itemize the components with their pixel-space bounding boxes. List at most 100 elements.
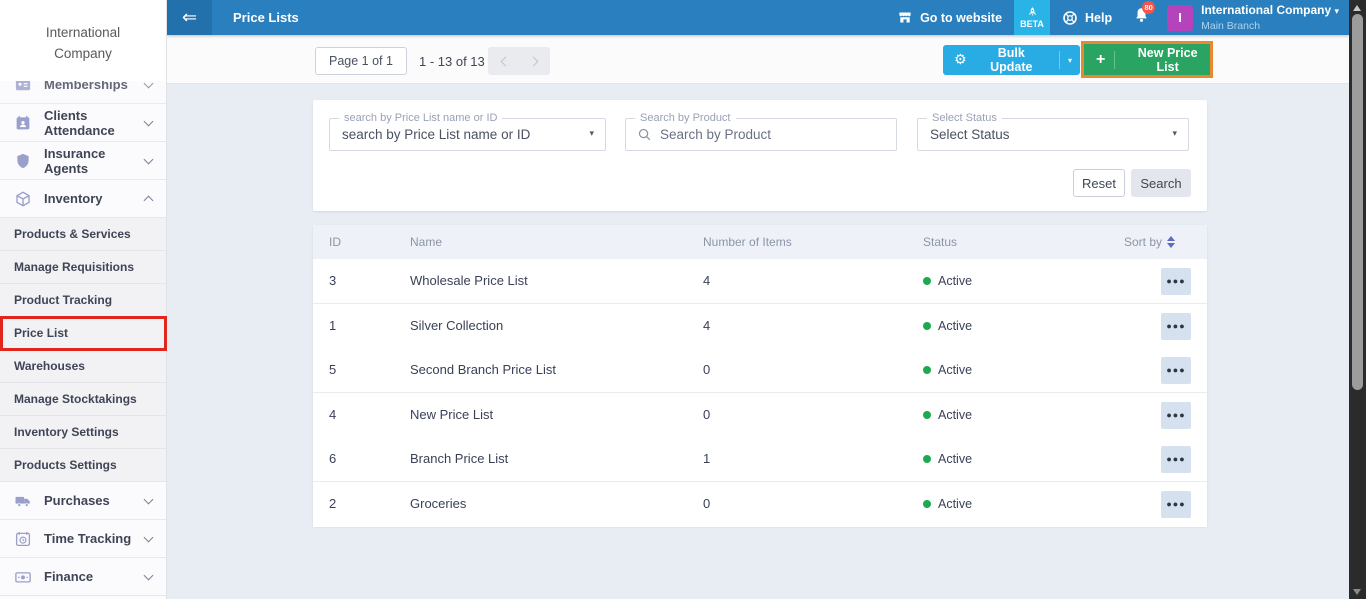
active-dot-icon [923, 277, 931, 285]
back-button[interactable]: ⇐ [167, 0, 212, 35]
sidebar-subitem-products-settings[interactable]: Products Settings [0, 449, 166, 482]
beta-label: BETA [1020, 19, 1044, 29]
sidebar-item-purchases[interactable]: Purchases [0, 482, 166, 520]
account-menu[interactable]: I International Company ▾ Main Branch [1167, 4, 1339, 32]
sidebar-subitem-products-services[interactable]: Products & Services [0, 218, 166, 251]
page-title: Price Lists [233, 10, 299, 25]
vertical-scrollbar[interactable] [1349, 0, 1366, 599]
sidebar-subitem-manage-requisitions[interactable]: Manage Requisitions [0, 251, 166, 284]
bulk-update-label: Bulk Update [990, 46, 1033, 74]
cell-items: 0 [703, 496, 711, 511]
scroll-down-arrow-icon[interactable] [1353, 589, 1361, 595]
row-actions-button[interactable]: ●●● [1161, 402, 1191, 429]
filter-panel: search by Price List name or ID search b… [313, 100, 1207, 211]
logo-line1: International [45, 25, 121, 40]
search-button[interactable]: Search [1131, 169, 1191, 197]
cell-id: 4 [329, 407, 337, 422]
reset-button[interactable]: Reset [1073, 169, 1125, 197]
column-header-name: Name [410, 235, 443, 249]
help-link[interactable]: Help [1062, 10, 1112, 26]
table-header: ID Name Number of Items Status Sort by [313, 225, 1207, 259]
cell-name: Second Branch Price List [410, 362, 556, 377]
shield-icon [17, 153, 29, 168]
product-search-field[interactable]: Search by Product Search by Product [625, 112, 897, 151]
chevron-left-icon [500, 56, 510, 66]
go-to-website-link[interactable]: Go to website [897, 10, 1002, 25]
sidebar-item-label: Insurance Agents [44, 145, 106, 176]
ellipsis-icon: ●●● [1166, 365, 1186, 375]
help-label: Help [1085, 10, 1113, 25]
sidebar-subitem-manage-stocktakings[interactable]: Manage Stocktakings [0, 383, 166, 416]
chevron-up-icon [143, 195, 154, 206]
field-value: search by Price List name or ID [342, 127, 531, 142]
clients-attendance-icon [16, 115, 30, 129]
notifications-button[interactable]: 80 [1132, 1, 1156, 30]
row-actions-button[interactable]: ●●● [1161, 446, 1191, 473]
table-row: 5 Second Branch Price List 0 Active ●●● [313, 348, 1207, 393]
column-header-id: ID [329, 235, 341, 249]
chevron-right-icon [528, 56, 538, 66]
cell-items: 4 [703, 273, 711, 288]
bulk-update-button[interactable]: ⚙ Bulk Update ▾ [943, 45, 1080, 75]
new-price-list-button[interactable]: + New Price List [1084, 44, 1210, 75]
subitem-label: Manage Requisitions [14, 260, 135, 274]
status-badge: Active [923, 393, 972, 437]
cell-items: 0 [703, 362, 711, 377]
button-divider [1059, 51, 1060, 69]
status-badge: Active [923, 437, 972, 481]
cell-items: 1 [703, 451, 711, 466]
toolbar: Page 1 of 1 1 - 13 of 13 ⚙ Bulk Update ▾… [167, 35, 1349, 84]
price-lists-table: ID Name Number of Items Status Sort by 3… [313, 225, 1207, 527]
sidebar-subitem-price-list[interactable]: Price List [0, 317, 166, 350]
cell-name: Branch Price List [410, 451, 509, 466]
cell-id: 6 [329, 451, 337, 466]
price-list-search-dropdown[interactable]: search by Price List name or ID search b… [329, 112, 606, 151]
row-actions-button[interactable]: ●●● [1161, 357, 1191, 384]
ellipsis-icon: ●●● [1166, 321, 1186, 331]
sidebar-item-clients-attendance[interactable]: Clients Attendance [0, 104, 166, 142]
status-badge: Active [923, 482, 972, 526]
row-actions-button[interactable]: ●●● [1161, 491, 1191, 518]
beta-badge[interactable]: BETA [1014, 0, 1051, 35]
table-row: 2 Groceries 0 Active ●●● [313, 482, 1207, 527]
subitem-label: Product Tracking [14, 293, 113, 307]
chevron-down-icon[interactable]: ▾ [1068, 56, 1072, 65]
sort-by-control[interactable]: Sort by [1124, 225, 1175, 259]
previous-page-button[interactable] [488, 47, 519, 75]
sidebar-subitem-product-tracking[interactable]: Product Tracking [0, 284, 166, 317]
inventory-box-icon [16, 190, 30, 207]
sidebar-item-finance[interactable]: Finance [0, 558, 166, 596]
sidebar-item-time-tracking[interactable]: Time Tracking [0, 520, 166, 558]
finance-banknote-icon [15, 571, 31, 583]
page-indicator[interactable]: Page 1 of 1 [315, 47, 407, 75]
next-page-button[interactable] [519, 47, 550, 75]
table-row: 1 Silver Collection 4 Active ●●● [313, 304, 1207, 349]
sidebar-item-insurance-agents[interactable]: Insurance Agents [0, 142, 166, 180]
cell-name: Wholesale Price List [410, 273, 528, 288]
status-select-dropdown[interactable]: Select Status Select Status ▾ [917, 112, 1189, 151]
active-dot-icon [923, 455, 931, 463]
active-dot-icon [923, 322, 931, 330]
pagination-nav [488, 47, 550, 75]
chevron-down-icon [143, 116, 154, 126]
sidebar-subitem-warehouses[interactable]: Warehouses [0, 350, 166, 383]
gear-icon: ⚙ [954, 52, 967, 68]
cell-name: New Price List [410, 407, 494, 422]
sidebar-menu: Memberships Clients Attendance Insurance… [0, 0, 166, 599]
scrollbar-thumb[interactable] [1352, 14, 1363, 390]
row-actions-button[interactable]: ●●● [1161, 268, 1191, 295]
status-badge: Active [923, 259, 972, 303]
button-divider [1114, 50, 1116, 69]
active-dot-icon [923, 500, 931, 508]
row-actions-button[interactable]: ●●● [1161, 313, 1191, 340]
field-value: Select Status [930, 127, 1010, 142]
chevron-down-icon: ▾ [589, 129, 594, 139]
store-icon [899, 12, 911, 23]
sidebar: Memberships Clients Attendance Insurance… [0, 0, 167, 599]
table-row: 3 Wholesale Price List 4 Active ●●● [313, 259, 1207, 304]
scroll-up-arrow-icon[interactable] [1353, 5, 1361, 11]
column-header-status: Status [923, 235, 958, 249]
sidebar-item-inventory[interactable]: Inventory [0, 180, 166, 218]
sidebar-subitem-inventory-settings[interactable]: Inventory Settings [0, 416, 166, 449]
subitem-label: Price List [14, 326, 69, 340]
